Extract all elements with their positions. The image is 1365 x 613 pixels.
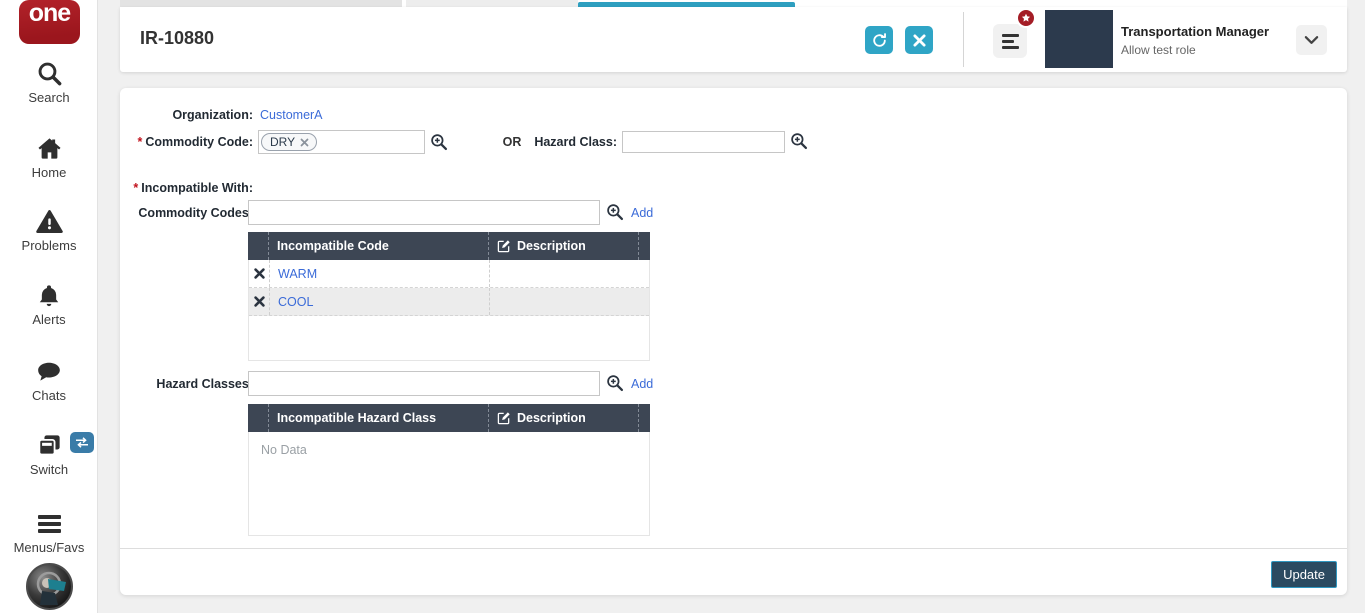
edit-icon: [497, 239, 511, 253]
header-divider: [963, 12, 964, 67]
favorites-menu-button[interactable]: [993, 24, 1027, 58]
delete-row-icon[interactable]: [249, 288, 269, 315]
sidebar-item-alerts[interactable]: Alerts: [0, 282, 98, 327]
user-role: Transportation Manager: [1121, 24, 1270, 39]
warning-triangle-icon: [0, 208, 98, 235]
commodity-codes-input[interactable]: [248, 200, 600, 225]
tab-inactive-1[interactable]: [120, 0, 402, 7]
bell-icon: [0, 282, 98, 309]
update-button[interactable]: Update: [1271, 561, 1337, 588]
commodity-codes-lookup-icon[interactable]: [606, 203, 624, 221]
organization-link[interactable]: CustomerA: [260, 108, 323, 122]
close-button[interactable]: [905, 26, 933, 54]
sidebar-item-chats[interactable]: Chats: [0, 358, 98, 403]
user-menu-toggle[interactable]: [1296, 25, 1327, 55]
footer-divider: [120, 548, 1347, 549]
chevron-down-icon: [1304, 35, 1319, 45]
close-icon: [912, 33, 926, 47]
one-network-logo[interactable]: one: [19, 0, 80, 44]
edit-icon: [497, 411, 511, 425]
user-avatar[interactable]: [1045, 10, 1113, 68]
codes-table-header: Incompatible Code Description: [248, 232, 650, 260]
star-icon: [1021, 13, 1031, 22]
incompatible-with-label: * Incompatible With:: [133, 181, 253, 195]
tab-inactive-2[interactable]: [406, 0, 578, 7]
sidebar-item-search[interactable]: Search: [0, 60, 98, 105]
hazard-class-lookup-icon[interactable]: [790, 132, 808, 150]
header-bar: IR-10880 Transportation Manager Allow te…: [120, 7, 1347, 72]
no-data-text: No Data: [261, 443, 307, 457]
top-tab-strip: [120, 0, 1347, 7]
codes-table-body: WARM COOL: [248, 260, 650, 361]
sidebar-label: Menus/Favs: [13, 540, 85, 555]
add-commodity-code-link[interactable]: Add: [631, 206, 653, 220]
chip-remove-icon[interactable]: [300, 138, 309, 147]
sidebar-label: Search: [28, 90, 70, 105]
neo-assistant-icon[interactable]: [26, 563, 73, 610]
chip-label: DRY: [270, 135, 296, 149]
sidebar-label: Switch: [29, 462, 69, 477]
col-incompatible-hazard-class: Incompatible Hazard Class: [268, 404, 488, 432]
hazard-class-label: Hazard Class:: [534, 135, 617, 149]
hamburger-menu-icon: [0, 510, 98, 537]
description-cell[interactable]: [489, 288, 639, 315]
commodity-chip: DRY: [261, 133, 318, 151]
required-marker: *: [137, 135, 143, 149]
col-description: Description: [488, 232, 638, 260]
sidebar-label: Problems: [21, 238, 77, 253]
user-subtitle: Allow test role: [1121, 43, 1196, 57]
code-link[interactable]: WARM: [278, 267, 317, 281]
col-description: Description: [488, 404, 638, 432]
chat-bubble-icon: [0, 358, 98, 385]
switch-arrows-badge[interactable]: [70, 432, 94, 453]
commodity-code-label: * Commodity Code:: [137, 135, 253, 149]
refresh-button[interactable]: [865, 26, 893, 54]
required-marker: *: [133, 181, 139, 195]
hazard-classes-input[interactable]: [248, 371, 600, 396]
hazard-classes-label: Hazard Classes:: [156, 377, 253, 391]
incompatible-codes-table: Incompatible Code Description WARM COOL: [248, 232, 650, 361]
page-title: IR-10880: [140, 28, 215, 48]
sidebar: one Search Home Problems Alerts Chats Sw…: [0, 0, 98, 613]
sidebar-label: Alerts: [32, 312, 66, 327]
sidebar-item-home[interactable]: Home: [0, 135, 98, 180]
commodity-code-field[interactable]: DRY: [258, 130, 425, 154]
sidebar-item-problems[interactable]: Problems: [0, 208, 98, 253]
add-hazard-class-link[interactable]: Add: [631, 377, 653, 391]
home-icon: [0, 135, 98, 162]
hazard-table-header: Incompatible Hazard Class Description: [248, 404, 650, 432]
favorite-star-badge: [1016, 8, 1036, 28]
table-row: WARM: [249, 260, 649, 288]
hazard-class-input[interactable]: [622, 131, 785, 153]
col-incompatible-code: Incompatible Code: [268, 232, 488, 260]
refresh-icon: [871, 32, 888, 49]
logo-text: one: [28, 0, 71, 27]
incompatible-hazard-table: Incompatible Hazard Class Description No…: [248, 404, 650, 536]
sidebar-item-menus-favs[interactable]: Menus/Favs: [0, 510, 98, 555]
search-icon: [0, 60, 98, 87]
organization-label: Organization:: [172, 108, 253, 122]
hazard-table-body: No Data: [248, 432, 650, 536]
commodity-codes-label: Commodity Codes:: [138, 206, 253, 220]
delete-row-icon[interactable]: [249, 260, 269, 287]
commodity-code-lookup-icon[interactable]: [430, 133, 448, 151]
table-row: COOL: [249, 288, 649, 316]
hazard-classes-lookup-icon[interactable]: [606, 374, 624, 392]
hamburger-icon: [1001, 33, 1019, 37]
sidebar-label: Home: [31, 165, 67, 180]
incompatibility-rule-panel: Organization: CustomerA * Commodity Code:…: [120, 88, 1347, 595]
description-cell[interactable]: [489, 260, 639, 287]
sidebar-label: Chats: [32, 388, 66, 403]
code-link[interactable]: COOL: [278, 295, 313, 309]
